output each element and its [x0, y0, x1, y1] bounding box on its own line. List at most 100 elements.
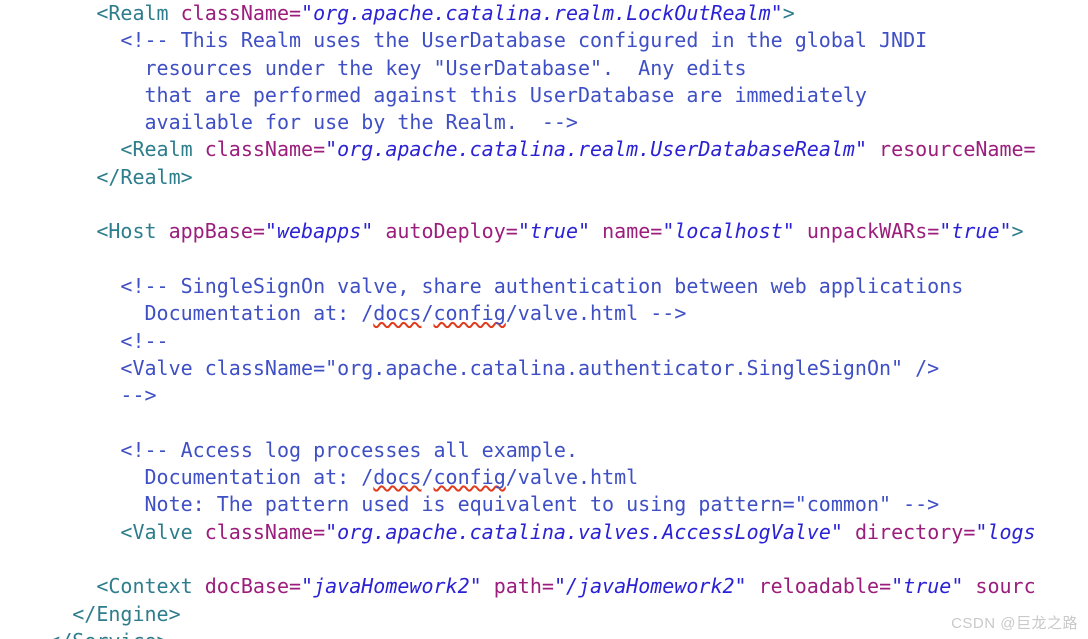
attr-value-unpackwars-true[interactable]: "true" [939, 219, 1011, 243]
comment-singlesignon-line1[interactable]: <!-- SingleSignOn valve, share authentic… [120, 274, 963, 298]
code-line: <Realm className="org.apache.catalina.re… [0, 136, 1088, 163]
path-separator: / [421, 301, 434, 326]
tag-close-bracket: > [1011, 219, 1024, 244]
code-line: <Host appBase="webapps" autoDeploy="true… [0, 218, 1088, 245]
attr-value-logs[interactable]: "logs [975, 520, 1035, 544]
equals-sign: = [1023, 137, 1036, 162]
attr-docbase[interactable]: docBase [205, 574, 289, 598]
attr-classname[interactable]: className [205, 137, 313, 161]
xml-tag-realm-close[interactable]: </Realm> [96, 165, 192, 189]
attr-name[interactable]: name [602, 219, 650, 243]
code-content[interactable]: <Realm className="org.apache.catalina.re… [0, 0, 1088, 639]
attr-unpackwars[interactable]: unpackWARs [807, 219, 927, 243]
attr-value-autodeploy-true[interactable]: "true" [518, 219, 590, 243]
comment-block-open[interactable]: <!-- [120, 329, 168, 353]
attr-value-lockoutrealm[interactable]: "org.apache.catalina.realm.LockOutRealm" [301, 1, 783, 25]
equals-sign: = [289, 1, 302, 25]
xml-tag-realm-open[interactable]: <Realm [96, 1, 180, 25]
attr-value-javahomework2[interactable]: "javaHomework2" [301, 574, 482, 598]
equals-sign: = [927, 219, 940, 244]
csdn-watermark: CSDN @巨龙之路 [951, 615, 1078, 632]
attr-autodeploy[interactable]: autoDeploy [385, 219, 505, 243]
comment-userdatabase-line2[interactable]: resources under the key "UserDatabase". … [145, 56, 747, 80]
spellcheck-word-docs[interactable]: docs [373, 465, 421, 489]
xml-tag-context-open[interactable]: <Context [96, 574, 204, 598]
attr-value-localhost[interactable]: "localhost" [662, 219, 794, 243]
code-editor-viewport[interactable]: <Realm className="org.apache.catalina.re… [0, 0, 1088, 639]
attr-classname[interactable]: className [205, 520, 313, 544]
code-line: <!-- Access log processes all example. [0, 437, 1088, 464]
equals-sign: = [313, 137, 326, 162]
attr-value-path-javahomework2[interactable]: "/javaHomework2" [554, 574, 747, 598]
spellcheck-word-config[interactable]: config [434, 465, 506, 489]
attr-classname[interactable]: className [181, 1, 289, 25]
comment-userdatabase-line1[interactable]: <!-- This Realm uses the UserDatabase co… [120, 28, 927, 52]
attr-path[interactable]: path [494, 574, 542, 598]
attr-source-truncated[interactable]: sourc [975, 574, 1035, 598]
attr-reloadable[interactable]: reloadable [759, 574, 879, 598]
attr-appbase[interactable]: appBase [169, 219, 253, 243]
comment-userdatabase-line3[interactable]: that are performed against this UserData… [145, 83, 867, 107]
xml-tag-realm-inner-open[interactable]: <Realm [120, 137, 204, 161]
xml-tag-host-open[interactable]: <Host [96, 219, 168, 243]
code-line: <Valve className="org.apache.catalina.au… [0, 355, 1088, 382]
code-line: <!-- [0, 328, 1088, 355]
comment-accesslog-line1[interactable]: <!-- Access log processes all example. [120, 438, 578, 462]
attr-directory[interactable]: directory [855, 520, 963, 544]
code-line: Documentation at: /docs/config/valve.htm… [0, 300, 1088, 327]
comment-accesslog-note[interactable]: Note: The pattern used is equivalent to … [145, 492, 940, 516]
equals-sign: = [963, 519, 976, 544]
code-line: </Service> [0, 628, 1088, 639]
code-line: <!-- This Realm uses the UserDatabase co… [0, 27, 1088, 54]
tag-close-bracket: > [782, 1, 795, 25]
comment-accesslog-doc-prefix[interactable]: Documentation at: / [145, 465, 374, 489]
code-line: that are performed against this UserData… [0, 82, 1088, 109]
equals-sign: = [313, 519, 326, 544]
code-line: Note: The pattern used is equivalent to … [0, 491, 1088, 518]
comment-userdatabase-line4[interactable]: available for use by the Realm. --> [145, 110, 578, 134]
comment-singlesignon-doc-suffix[interactable]: /valve.html --> [506, 301, 687, 325]
xml-tag-service-close[interactable]: </Service> [48, 629, 168, 639]
attr-value-userdatabaserealm[interactable]: "org.apache.catalina.realm.UserDatabaseR… [325, 137, 867, 161]
commented-valve-singlesignon[interactable]: <Valve className="org.apache.catalina.au… [120, 356, 939, 380]
attr-value-reloadable-true[interactable]: "true" [891, 574, 963, 598]
attr-value-accesslogvalve[interactable]: "org.apache.catalina.valves.AccessLogVal… [325, 520, 843, 544]
comment-block-close[interactable]: --> [120, 383, 156, 407]
comment-singlesignon-doc-prefix[interactable]: Documentation at: / [145, 301, 374, 325]
spellcheck-word-config[interactable]: config [434, 301, 506, 325]
equals-sign: = [541, 574, 554, 599]
xml-tag-engine-close[interactable]: </Engine> [72, 602, 180, 626]
attr-value-webapps[interactable]: "webapps" [265, 219, 373, 243]
code-line: Documentation at: /docs/config/valve.htm… [0, 464, 1088, 491]
attr-resourcename[interactable]: resourceName [867, 137, 1024, 161]
xml-tag-valve-open[interactable]: <Valve [120, 520, 204, 544]
comment-accesslog-doc-suffix[interactable]: /valve.html [506, 465, 638, 489]
equals-sign: = [879, 574, 892, 599]
spellcheck-word-docs[interactable]: docs [373, 301, 421, 325]
